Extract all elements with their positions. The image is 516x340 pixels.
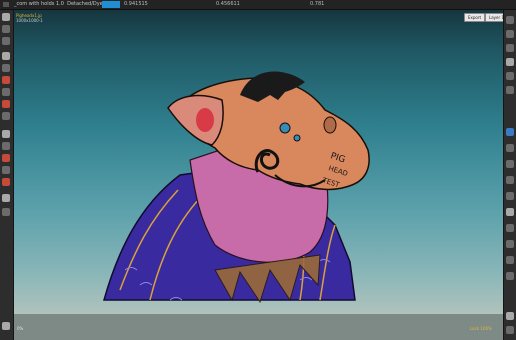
grid-icon[interactable] xyxy=(2,194,10,202)
magnet-icon[interactable] xyxy=(2,178,10,186)
smudge-icon[interactable] xyxy=(2,37,10,45)
watercolor-icon[interactable] xyxy=(506,240,514,248)
blur-icon[interactable] xyxy=(506,256,514,264)
hand-icon[interactable] xyxy=(2,208,10,216)
line-icon[interactable] xyxy=(2,166,10,174)
more-icon[interactable] xyxy=(506,326,514,334)
airbrush-icon[interactable] xyxy=(506,208,514,216)
opacity-icon[interactable] xyxy=(506,160,514,168)
gradient-icon[interactable] xyxy=(2,88,10,96)
ear xyxy=(167,94,224,146)
text-icon[interactable] xyxy=(2,112,10,120)
redo-icon[interactable] xyxy=(506,44,514,52)
layers-icon[interactable] xyxy=(506,16,514,24)
select-icon[interactable] xyxy=(2,64,10,72)
zoom-icon[interactable] xyxy=(506,58,514,66)
status-left: 0% xyxy=(17,326,24,331)
ink-icon[interactable] xyxy=(506,192,514,200)
inner-ear xyxy=(196,108,214,132)
eraser-icon[interactable] xyxy=(2,25,10,33)
left-toolbar xyxy=(0,10,14,340)
picker-icon[interactable] xyxy=(2,100,10,108)
zoom-status: Lock 100% xyxy=(470,326,492,331)
right-toolbar xyxy=(503,10,516,340)
sharpen-icon[interactable] xyxy=(506,272,514,280)
pig-artwork: PIG HEAD TEST xyxy=(103,71,370,304)
marker-icon[interactable] xyxy=(506,224,514,232)
settings-icon[interactable] xyxy=(2,322,10,330)
flip-icon[interactable] xyxy=(506,86,514,94)
pencil-icon[interactable] xyxy=(506,176,514,184)
move-icon[interactable] xyxy=(2,52,10,60)
eye xyxy=(279,122,291,134)
color-icon[interactable] xyxy=(506,128,514,136)
crop-icon[interactable] xyxy=(2,142,10,150)
rotate-icon[interactable] xyxy=(506,72,514,80)
undo-icon[interactable] xyxy=(506,30,514,38)
blend-icon[interactable] xyxy=(506,144,514,152)
brush-icon[interactable] xyxy=(2,13,10,21)
fill-icon[interactable] xyxy=(2,76,10,84)
shape-icon[interactable] xyxy=(2,154,10,162)
transform-icon[interactable] xyxy=(2,130,10,138)
pin-icon[interactable] xyxy=(506,312,514,320)
